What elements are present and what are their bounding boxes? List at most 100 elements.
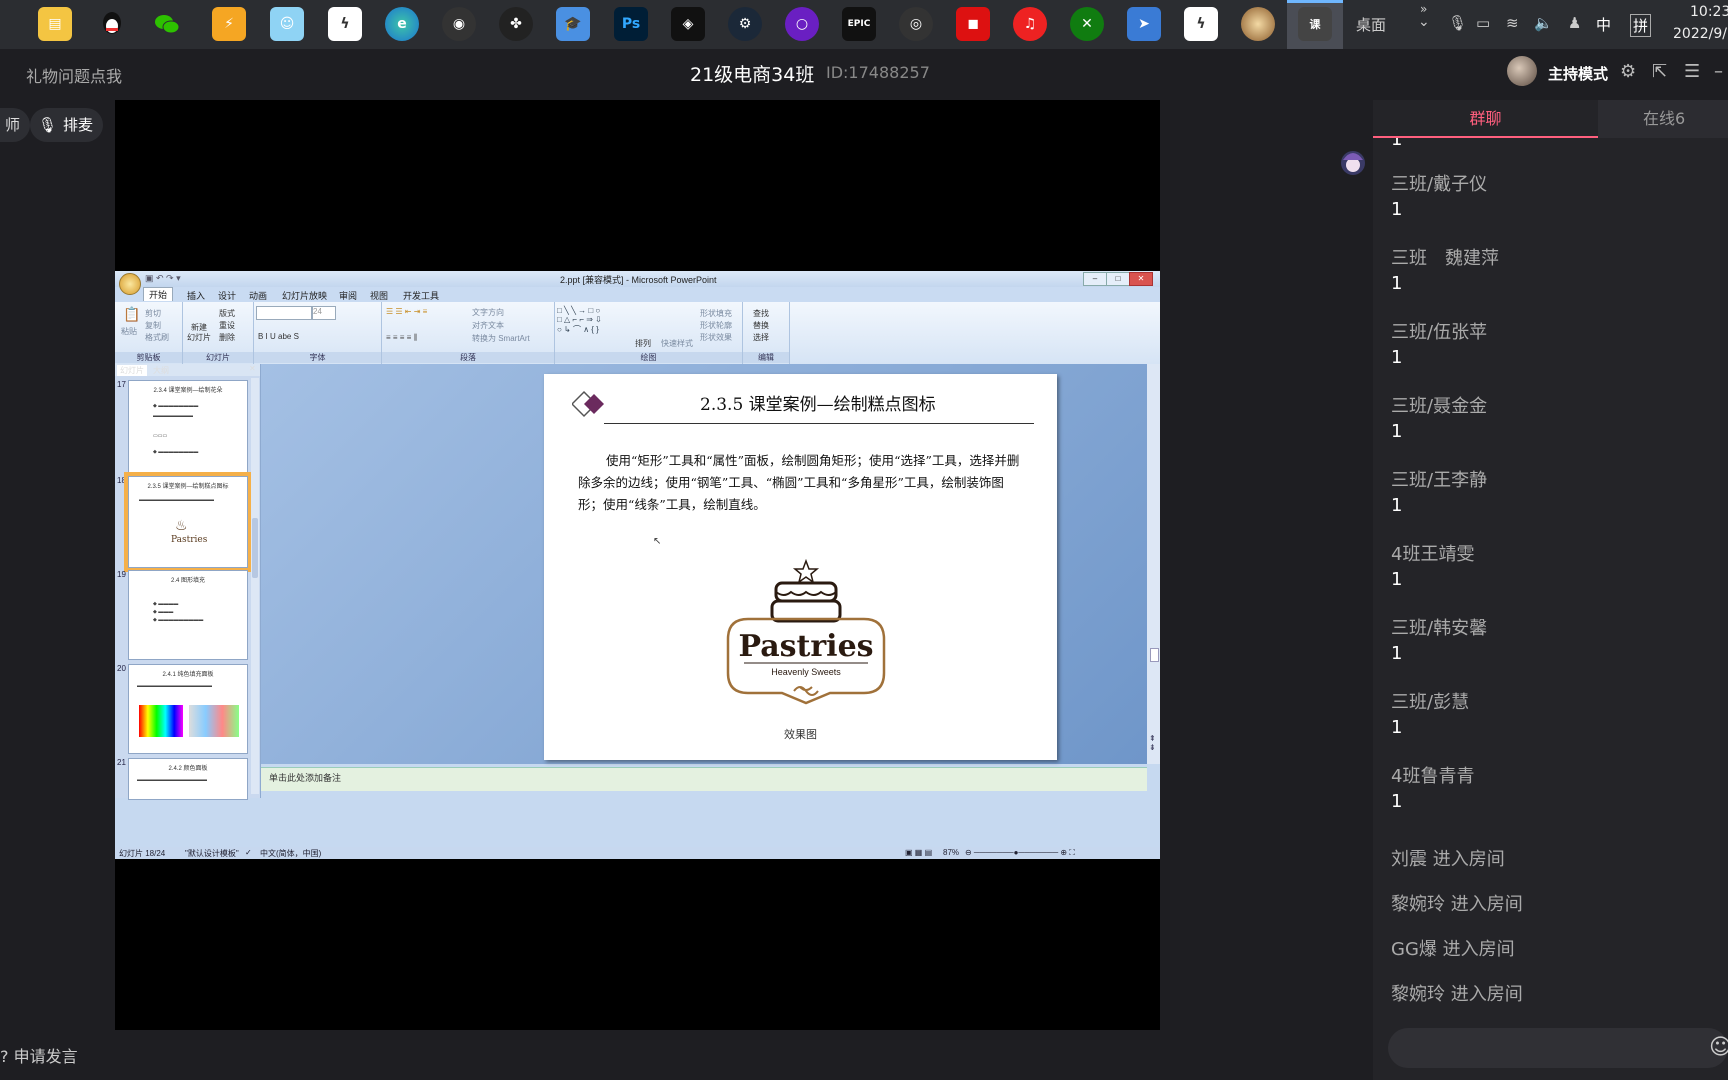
slides-scroll-thumb[interactable] <box>252 518 258 578</box>
thunder-icon[interactable]: ϟ <box>328 7 362 41</box>
popout-icon[interactable]: ⇱ <box>1652 61 1667 82</box>
request-speak-button[interactable]: ? 申请发言 <box>0 1043 78 1067</box>
qq-icon[interactable] <box>95 7 129 41</box>
ime-indicator[interactable]: 中 <box>1596 14 1611 35</box>
ime-pinyin-indicator[interactable]: 拼 <box>1630 14 1652 37</box>
text-direction-button[interactable]: 文字方向 <box>472 307 504 318</box>
align-text-button[interactable]: 对齐文本 <box>472 320 504 331</box>
zoom-slider[interactable]: ⊖ ───────●─────── ⊕ ⛶ <box>965 848 1075 858</box>
prev-next-slide-icon[interactable]: ⇞ ⇟ <box>1149 734 1156 752</box>
font-style-buttons[interactable]: B I U abe S <box>258 332 299 341</box>
ribbon-tab-developer[interactable]: 开发工具 <box>403 289 439 302</box>
layout-button[interactable]: 版式 <box>219 308 235 319</box>
tray-expand-icon[interactable]: ⌄ <box>1418 14 1430 30</box>
chat-message-list[interactable]: 1 三班/戴子仪 1 三班 魏建萍 1 三班/伍张苹 1 三班/聂金金 1 三班… <box>1391 138 1721 1018</box>
align-buttons[interactable]: ≡ ≡ ≡ ≡ ⫼ <box>386 333 417 343</box>
ribbon-tab-home[interactable]: 开始 <box>143 287 174 301</box>
swirl-icon[interactable]: ◎ <box>899 7 933 41</box>
clock-time[interactable]: 10:23 <box>1690 4 1728 20</box>
minimize-icon[interactable]: – <box>1714 61 1723 82</box>
classroom-icon[interactable]: 🎓 <box>556 7 590 41</box>
quick-access-icons[interactable]: ▣ ↶ ↷ ▾ <box>145 273 181 284</box>
current-slide[interactable]: 2.3.5 课堂案例—绘制糕点图标 使用“矩形”工具和“属性”面板，绘制圆角矩形… <box>544 374 1057 760</box>
slide-thumbnail[interactable]: 2.4.2 颜色面板 ▬▬▬▬▬▬▬▬▬▬▬▬▬▬ <box>128 758 248 800</box>
security-icon[interactable]: ⚡ <box>212 7 246 41</box>
bullets-icon[interactable]: ☰ ☰ ⇤ ⇥ ≡ <box>386 307 427 316</box>
shapes-gallery[interactable]: □ ╲ ╲ → □ ○ □ △ ⌐ ⌐ ⇒ ⇩ ○ ↳ ⌒ ∧ { } <box>557 306 602 335</box>
desktop-label[interactable]: 桌面 <box>1356 14 1386 35</box>
paste-icon[interactable]: 📋 <box>123 306 140 323</box>
slide-thumbnail-selected[interactable]: 2.3.5 课堂案例—绘制糕点图标 ▬▬▬▬▬▬▬▬▬▬▬▬▬▬▬ ♨ Past… <box>128 476 248 568</box>
font-size-select[interactable]: 24 <box>312 306 336 320</box>
edge-icon[interactable]: e <box>385 7 419 41</box>
reset-button[interactable]: 重设 <box>219 320 235 331</box>
pane-tab-slides[interactable]: 幻灯片 <box>117 365 147 376</box>
gamebox-icon[interactable]: ◈ <box>671 7 705 41</box>
host-avatar[interactable] <box>1507 56 1537 86</box>
slide-thumbnail[interactable]: 2.3.4 课堂案例—绘制花朵 ◆ ▬▬▬▬▬▬▬▬ ▬▬▬▬▬▬▬▬ ▭▭▭ ◆ ▬… <box>128 380 248 474</box>
cut-button[interactable]: 剪切 <box>145 308 161 319</box>
arrange-button[interactable]: 排列 <box>635 338 651 349</box>
ribbon-tab-animation[interactable]: 动画 <box>249 289 267 302</box>
ribbon-tab-slideshow[interactable]: 幻灯片放映 <box>282 289 327 302</box>
quick-styles-button[interactable]: 快速样式 <box>661 338 693 349</box>
avatar-app-icon[interactable] <box>1241 7 1275 41</box>
photoshop-icon[interactable]: Ps <box>614 7 648 41</box>
obs-icon[interactable]: ◉ <box>442 7 476 41</box>
slide-scrollbar[interactable]: ⇞ ⇟ <box>1147 364 1160 764</box>
settings-icon[interactable]: ⚙ <box>1620 61 1636 82</box>
ribbon-tab-design[interactable]: 设计 <box>218 289 236 302</box>
file-explorer-icon[interactable]: ▤ <box>38 7 72 41</box>
clock-date[interactable]: 2022/9/ <box>1673 26 1727 42</box>
mic-icon[interactable]: 🎙 <box>1448 14 1467 32</box>
thunder-app-icon[interactable]: ϟ <box>1184 7 1218 41</box>
tab-group-chat[interactable]: 群聊 <box>1373 100 1598 138</box>
ppt-maximize-icon[interactable]: □ <box>1106 272 1130 286</box>
office-button-icon[interactable] <box>119 273 141 295</box>
chat-input[interactable] <box>1388 1028 1728 1068</box>
slides-scrollbar[interactable] <box>251 378 259 794</box>
purple-circle-icon[interactable]: ○ <box>785 7 819 41</box>
slide-thumbnail[interactable]: 2.4 图形填充 ◆ ▬▬▬▬ ◆ ▬▬▬ ◆ ▬▬▬▬▬▬▬▬▬ <box>128 570 248 660</box>
shape-fill-button[interactable]: 形状填充 <box>700 308 732 319</box>
epic-games-icon[interactable]: EPIC <box>842 7 876 41</box>
ppt-minimize-icon[interactable]: – <box>1083 272 1107 286</box>
replace-button[interactable]: 替换 <box>753 320 769 331</box>
pane-close-icon[interactable]: ✕ <box>249 364 256 373</box>
shape-outline-button[interactable]: 形状轮廓 <box>700 320 732 331</box>
host-mode-label[interactable]: 主持模式 <box>1548 63 1608 84</box>
slide-thumbnail[interactable]: 2.4.1 纯色填充面板 ▬▬▬▬▬▬▬▬▬▬▬▬▬▬▬ <box>128 664 248 754</box>
copy-button[interactable]: 复制 <box>145 320 161 331</box>
font-name-select[interactable] <box>256 306 312 320</box>
gift-help-link[interactable]: 礼物问题点我 <box>26 63 122 87</box>
slide-scroll-thumb[interactable] <box>1150 648 1159 662</box>
queue-button[interactable]: 🎙 排麦 <box>30 108 104 142</box>
game-char-icon[interactable]: ☺ <box>270 7 304 41</box>
floating-avatar-icon[interactable] <box>1338 148 1368 178</box>
davinci-icon[interactable]: ✤ <box>499 7 533 41</box>
spellcheck-icon[interactable]: ✓ <box>245 848 252 857</box>
emoji-icon[interactable]: ☺ <box>1709 1035 1728 1060</box>
format-painter-button[interactable]: 格式刷 <box>145 332 169 343</box>
ribbon-tab-review[interactable]: 审阅 <box>339 289 357 302</box>
menu-icon[interactable]: ☰ <box>1684 61 1700 82</box>
steam-icon[interactable]: ⚙ <box>728 7 762 41</box>
notes-pane[interactable]: 单击此处添加备注 <box>261 767 1147 791</box>
pane-tab-outline[interactable]: 大纲 <box>153 365 169 376</box>
feishu-icon[interactable]: ➤ <box>1127 7 1161 41</box>
delete-slide-button[interactable]: 删除 <box>219 332 235 343</box>
teacher-pill[interactable]: 师 <box>0 108 30 142</box>
battery-icon[interactable]: ▭ <box>1476 14 1490 32</box>
shape-effects-button[interactable]: 形状效果 <box>700 332 732 343</box>
netease-music-icon[interactable]: ♫ <box>1013 7 1047 41</box>
ribbon-tab-insert[interactable]: 插入 <box>187 289 205 302</box>
volume-icon[interactable]: 🔈 <box>1534 14 1553 32</box>
zoom-level[interactable]: 87% <box>943 848 959 857</box>
wechat-icon[interactable] <box>150 7 184 41</box>
qq-tray-icon[interactable]: ♟ <box>1568 14 1581 32</box>
paste-button[interactable]: 粘贴 <box>121 326 137 337</box>
select-button[interactable]: 选择 <box>753 332 769 343</box>
view-buttons[interactable]: ▣ ▦ ▤ <box>905 848 932 857</box>
wifi-icon[interactable]: ≋ <box>1506 14 1519 32</box>
xbox-icon[interactable]: ✕ <box>1070 7 1104 41</box>
